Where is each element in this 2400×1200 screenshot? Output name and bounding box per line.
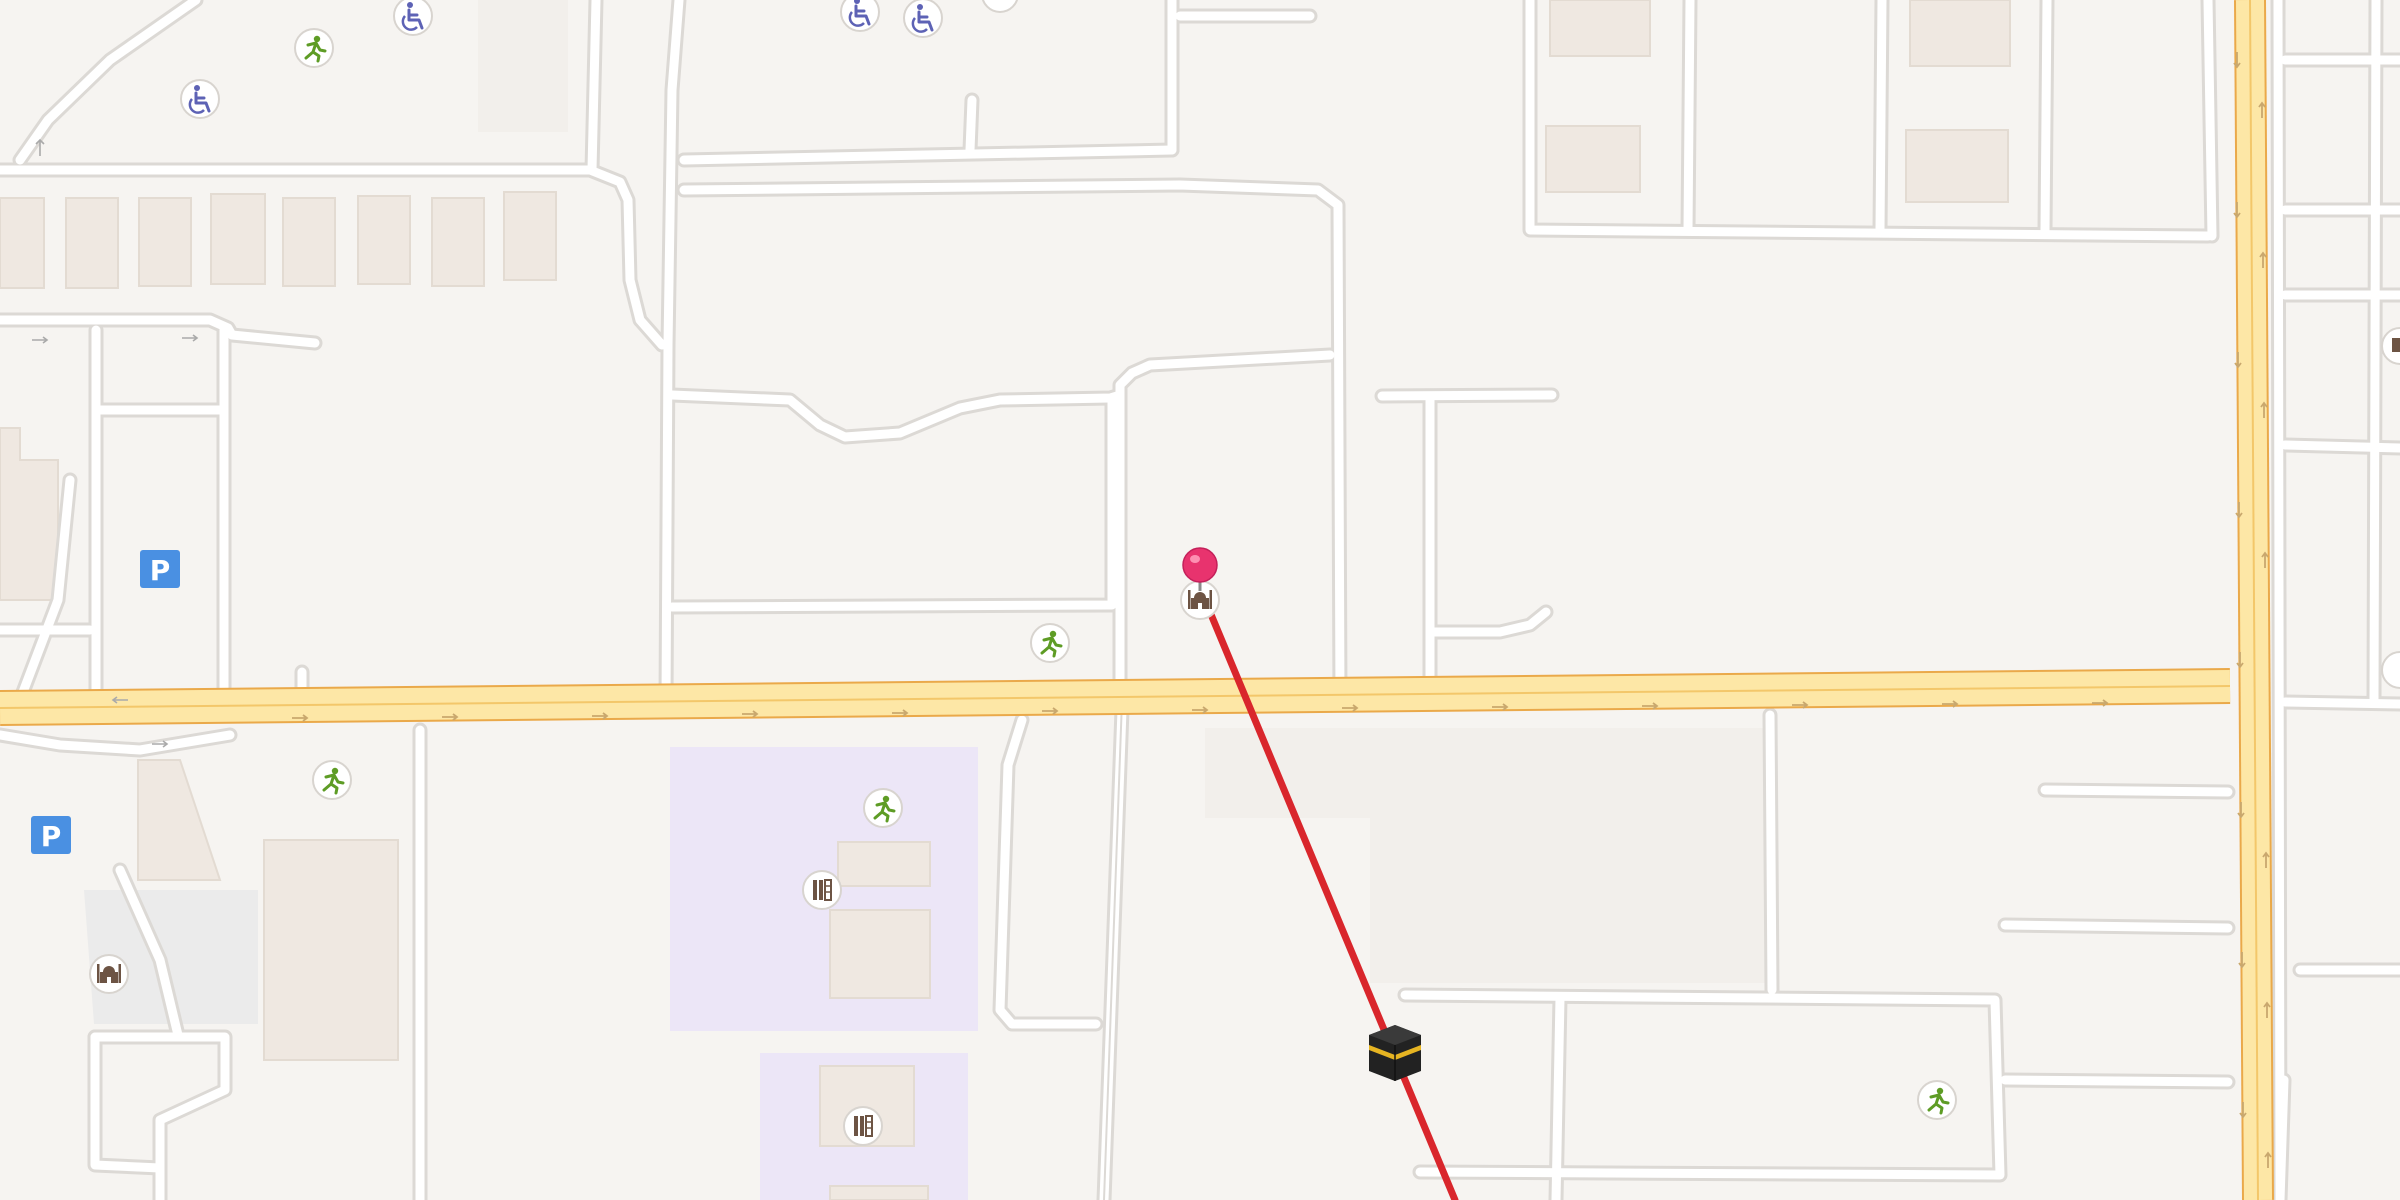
building <box>138 197 192 287</box>
building <box>263 839 399 1061</box>
building <box>1909 0 2011 67</box>
mosque-icon[interactable] <box>89 954 129 994</box>
accessibility-icon[interactable] <box>392 0 434 37</box>
building <box>503 191 557 281</box>
building <box>431 197 485 287</box>
accessibility-icon[interactable] <box>839 0 881 33</box>
building <box>1905 129 2009 203</box>
running-person-icon[interactable] <box>311 759 353 801</box>
pin-icon <box>1182 547 1218 583</box>
pin-highlight <box>1190 555 1200 563</box>
building <box>829 909 931 999</box>
building <box>65 197 119 289</box>
kaaba-marker[interactable] <box>1369 1025 1421 1081</box>
arterial-road-vertical <box>2234 0 2274 1200</box>
parking-badge[interactable]: P <box>140 550 180 588</box>
running-person-icon[interactable] <box>293 27 335 69</box>
lot-area <box>478 0 568 132</box>
accessibility-icon[interactable] <box>179 78 221 120</box>
lot-area <box>1370 818 1765 983</box>
building <box>282 197 336 287</box>
building <box>210 193 266 285</box>
building <box>1549 0 1651 57</box>
library-icon[interactable] <box>802 870 842 910</box>
running-person-icon[interactable] <box>1029 622 1071 664</box>
building <box>1545 125 1641 193</box>
parking-label: P <box>41 820 62 853</box>
accessibility-icon[interactable] <box>902 0 944 39</box>
parking-badge[interactable]: P <box>31 816 71 854</box>
running-person-icon[interactable] <box>1916 1079 1958 1121</box>
parking-label: P <box>150 554 171 587</box>
building <box>837 841 931 887</box>
building <box>829 1185 929 1200</box>
map-canvas[interactable]: P P <box>0 0 2400 1200</box>
building <box>0 197 45 289</box>
arterial-road-horizontal <box>0 668 2231 726</box>
building <box>357 195 411 285</box>
running-person-icon[interactable] <box>862 787 904 829</box>
library-icon[interactable] <box>843 1106 883 1146</box>
